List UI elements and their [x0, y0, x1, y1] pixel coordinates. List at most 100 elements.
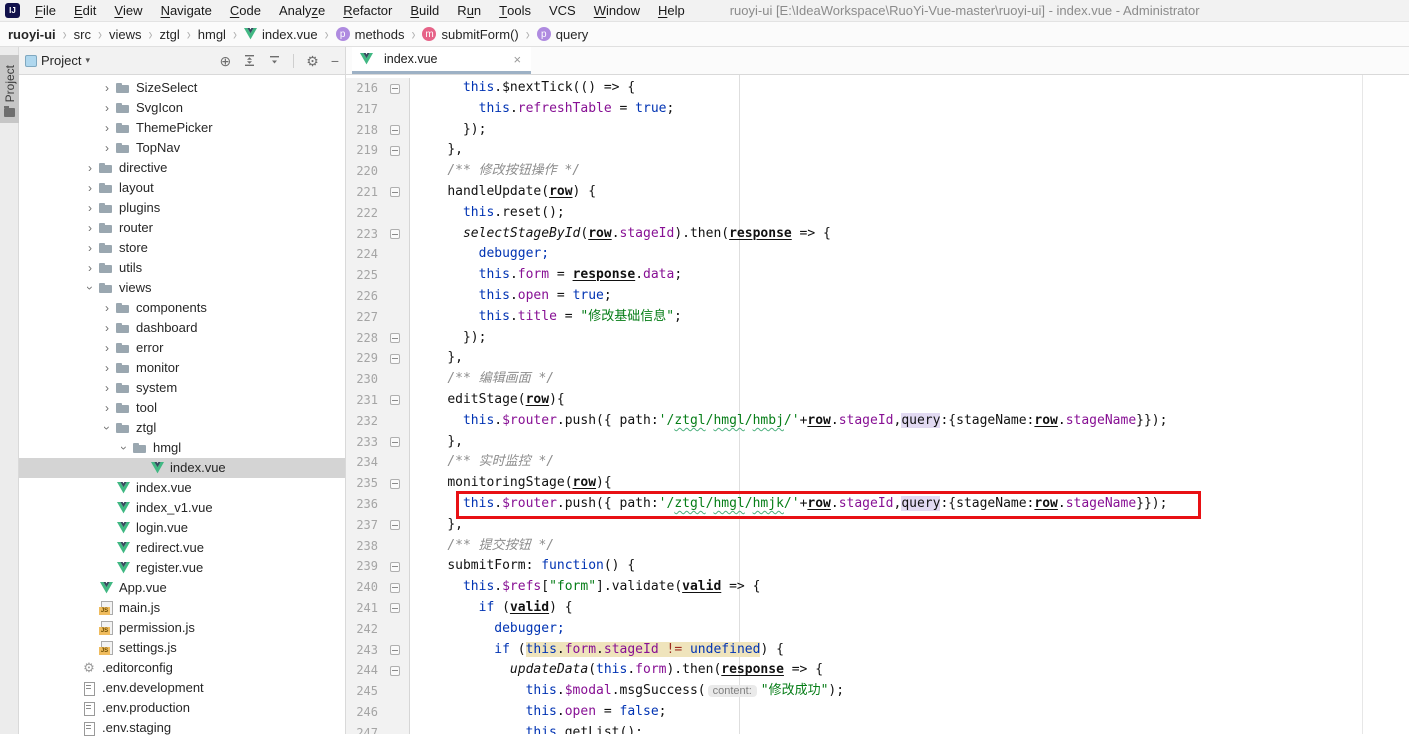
collapse-all-icon[interactable] [268, 54, 281, 67]
chevron-expanded-icon[interactable]: › [83, 280, 97, 296]
fold-open-icon[interactable] [390, 645, 400, 655]
chevron-collapsed-icon[interactable]: › [99, 81, 115, 95]
code-line-222[interactable]: 222 this.reset(); [346, 203, 1409, 224]
chevron-collapsed-icon[interactable]: › [99, 141, 115, 155]
gutter-fold-column[interactable] [378, 473, 410, 494]
chevron-collapsed-icon[interactable]: › [99, 321, 115, 335]
tree-item-system[interactable]: ›system [19, 378, 345, 398]
tree-item-redirect-vue[interactable]: redirect.vue [19, 538, 345, 558]
code-line-230[interactable]: 230 /** 编辑画面 */ [346, 369, 1409, 390]
breadcrumb-item[interactable]: msubmitForm() [422, 27, 518, 42]
tree-item--env-production[interactable]: .env.production [19, 698, 345, 718]
tree-item-views[interactable]: ›views [19, 278, 345, 298]
code-line-231[interactable]: 231 editStage(row){ [346, 390, 1409, 411]
gutter-fold-column[interactable] [378, 328, 410, 349]
chevron-expanded-icon[interactable]: › [100, 420, 114, 436]
code-line-240[interactable]: 240 this.$refs["form"].validate(valid =>… [346, 577, 1409, 598]
gutter-fold-column[interactable] [378, 78, 410, 99]
code-line-225[interactable]: 225 this.form = response.data; [346, 265, 1409, 286]
tree-item-components[interactable]: ›components [19, 298, 345, 318]
gutter-fold-column[interactable] [378, 286, 410, 307]
menu-item-navigate[interactable]: Navigate [152, 0, 221, 22]
gutter-fold-column[interactable] [378, 348, 410, 369]
breadcrumb-item[interactable]: ruoyi-ui [8, 27, 56, 42]
fold-close-icon[interactable] [390, 125, 400, 135]
editor-tab-indexvue[interactable]: index.vue × [352, 47, 531, 74]
chevron-collapsed-icon[interactable]: › [99, 101, 115, 115]
code-line-224[interactable]: 224 debugger; [346, 244, 1409, 265]
breadcrumb-item[interactable]: ztgl [160, 27, 180, 42]
menu-item-run[interactable]: Run [448, 0, 490, 22]
tree-item--editorconfig[interactable]: ⚙.editorconfig [19, 658, 345, 678]
code-line-228[interactable]: 228 }); [346, 328, 1409, 349]
gutter-fold-column[interactable] [378, 390, 410, 411]
chevron-collapsed-icon[interactable]: › [99, 301, 115, 315]
gutter-fold-column[interactable] [378, 244, 410, 265]
gutter-fold-column[interactable] [378, 723, 410, 734]
menu-item-tools[interactable]: Tools [490, 0, 540, 22]
locate-file-icon[interactable]: ⊕ [220, 54, 232, 68]
menu-item-build[interactable]: Build [401, 0, 448, 22]
stripe-tab-project[interactable]: Project [0, 55, 19, 123]
tree-item-index-v1-vue[interactable]: index_v1.vue [19, 498, 345, 518]
gutter-fold-column[interactable] [378, 536, 410, 557]
chevron-expanded-icon[interactable]: › [117, 440, 131, 456]
code-line-229[interactable]: 229 }, [346, 348, 1409, 369]
tree-item-hmgl[interactable]: ›hmgl [19, 438, 345, 458]
gutter-fold-column[interactable] [378, 182, 410, 203]
fold-open-icon[interactable] [390, 229, 400, 239]
gutter-fold-column[interactable] [378, 556, 410, 577]
gutter-fold-column[interactable] [378, 452, 410, 473]
code-line-246[interactable]: 246 this.open = false; [346, 702, 1409, 723]
tree-item-main-js[interactable]: main.js [19, 598, 345, 618]
tree-item-sizeselect[interactable]: ›SizeSelect [19, 78, 345, 98]
code-line-219[interactable]: 219 }, [346, 140, 1409, 161]
code-line-243[interactable]: 243 if (this.form.stageId != undefined) … [346, 640, 1409, 661]
code-line-218[interactable]: 218 }); [346, 120, 1409, 141]
hide-panel-icon[interactable]: − [331, 54, 339, 68]
breadcrumb-item[interactable]: pquery [537, 27, 589, 42]
code-line-244[interactable]: 244 updateData(this.form).then(response … [346, 660, 1409, 681]
chevron-collapsed-icon[interactable]: › [82, 221, 98, 235]
gutter-fold-column[interactable] [378, 140, 410, 161]
chevron-collapsed-icon[interactable]: › [99, 361, 115, 375]
gutter-fold-column[interactable] [378, 494, 410, 515]
fold-open-icon[interactable] [390, 583, 400, 593]
tree-item-monitor[interactable]: ›monitor [19, 358, 345, 378]
tree-item-tool[interactable]: ›tool [19, 398, 345, 418]
gutter-fold-column[interactable] [378, 515, 410, 536]
chevron-collapsed-icon[interactable]: › [82, 261, 98, 275]
tree-item-login-vue[interactable]: login.vue [19, 518, 345, 538]
fold-open-icon[interactable] [390, 187, 400, 197]
fold-open-icon[interactable] [390, 395, 400, 405]
menu-item-view[interactable]: View [105, 0, 151, 22]
menu-item-vcs[interactable]: VCS [540, 0, 585, 22]
tree-item-plugins[interactable]: ›plugins [19, 198, 345, 218]
fold-open-icon[interactable] [390, 84, 400, 94]
gutter-fold-column[interactable] [378, 619, 410, 640]
code-line-236[interactable]: 236 this.$router.push({ path:'/ztgl/hmgl… [346, 494, 1409, 515]
gutter-fold-column[interactable] [378, 265, 410, 286]
code-line-226[interactable]: 226 this.open = true; [346, 286, 1409, 307]
tree-item-ztgl[interactable]: ›ztgl [19, 418, 345, 438]
gutter-fold-column[interactable] [378, 702, 410, 723]
gutter-fold-column[interactable] [378, 369, 410, 390]
chevron-collapsed-icon[interactable]: › [99, 401, 115, 415]
tree-item--env-staging[interactable]: .env.staging [19, 718, 345, 738]
expand-all-icon[interactable] [243, 54, 256, 67]
code-line-238[interactable]: 238 /** 提交按钮 */ [346, 536, 1409, 557]
tree-item--env-development[interactable]: .env.development [19, 678, 345, 698]
tree-item-error[interactable]: ›error [19, 338, 345, 358]
fold-close-icon[interactable] [390, 354, 400, 364]
tree-item-store[interactable]: ›store [19, 238, 345, 258]
breadcrumb-item[interactable]: hmgl [198, 27, 226, 42]
code-line-223[interactable]: 223 selectStageById(row.stageId).then(re… [346, 224, 1409, 245]
code-line-241[interactable]: 241 if (valid) { [346, 598, 1409, 619]
chevron-collapsed-icon[interactable]: › [82, 181, 98, 195]
code-line-216[interactable]: 216 this.$nextTick(() => { [346, 78, 1409, 99]
gutter-fold-column[interactable] [378, 640, 410, 661]
code-line-247[interactable]: 247 this.getList(); [346, 723, 1409, 734]
tree-item-router[interactable]: ›router [19, 218, 345, 238]
code-line-232[interactable]: 232 this.$router.push({ path:'/ztgl/hmgl… [346, 411, 1409, 432]
gutter-fold-column[interactable] [378, 120, 410, 141]
